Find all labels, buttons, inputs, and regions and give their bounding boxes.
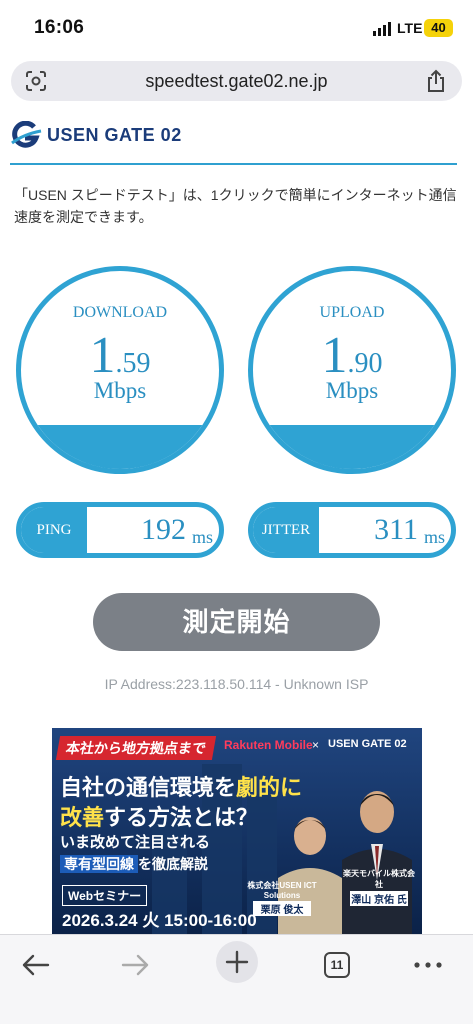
ping-result: PING 192 ms: [16, 502, 224, 558]
banner-usen-logo: USEN GATE 02: [328, 738, 407, 750]
banner-headline-2a: 改善: [60, 805, 105, 830]
download-unit: Mbps: [93, 378, 147, 403]
upload-label: UPLOAD: [319, 304, 385, 321]
new-tab-button[interactable]: [216, 941, 258, 983]
speaker2-caption: 楽天モバイル株式会社澤山 京佑 氏: [340, 868, 418, 906]
battery-indicator: 40: [424, 19, 453, 37]
download-gauge: DOWNLOAD 1.59 Mbps: [16, 266, 224, 474]
upload-value-int: 1: [321, 327, 348, 384]
forward-arrow-icon[interactable]: [117, 947, 153, 983]
signal-icon: [373, 22, 391, 36]
banner-headline-1: 自社の通信環境を劇的に: [60, 770, 302, 802]
browser-toolbar: 11: [0, 934, 473, 1024]
upload-gauge: UPLOAD 1.90 Mbps: [248, 266, 456, 474]
banner-subline-2: 専有型回線 を徹底解説: [60, 854, 208, 874]
upload-value: 1.90: [253, 326, 451, 385]
jitter-label: JITTER: [253, 507, 319, 553]
download-label: DOWNLOAD: [72, 304, 168, 321]
seminar-banner[interactable]: 本社から地方拠点まで Rakuten Mobile × USEN GATE 02…: [52, 728, 422, 934]
speaker2-company: 楽天モバイル株式会社: [343, 869, 415, 889]
url-text[interactable]: speedtest.gate02.ne.jp: [11, 61, 462, 101]
ping-value-box: 192 ms: [91, 507, 213, 553]
network-type: LTE: [397, 20, 423, 36]
more-icon[interactable]: [410, 947, 446, 983]
banner-subline-2-box: 専有型回線: [60, 855, 138, 873]
download-value-dec: .59: [115, 348, 151, 379]
back-arrow-icon[interactable]: [18, 947, 54, 983]
speaker1-caption: 株式会社USEN ICT Solutions 栗原 俊太: [230, 880, 334, 916]
upload-unit: Mbps: [325, 378, 379, 403]
tabs-button[interactable]: 11: [320, 947, 356, 983]
rakuten-mobile-logo: Rakuten Mobile: [224, 738, 313, 752]
header-divider: [10, 163, 457, 165]
banner-headline-2b: する方法とは？: [104, 805, 259, 830]
ping-label: PING: [21, 507, 87, 553]
speaker2-name: 澤山 京佑 氏: [350, 891, 408, 906]
ping-unit: ms: [191, 527, 213, 547]
jitter-result: JITTER 311 ms: [248, 502, 456, 558]
logo-text: USEN GATE 02: [47, 125, 182, 145]
banner-web-label: Webセミナー: [62, 885, 148, 906]
speaker1-name: 栗原 俊太: [253, 901, 311, 916]
speaker1-company: 株式会社USEN ICT Solutions: [247, 881, 317, 900]
site-logo[interactable]: USEN GATE 02: [10, 121, 210, 149]
share-icon[interactable]: [425, 69, 447, 93]
download-gauge-fill: [21, 425, 219, 469]
upload-gauge-fill: [253, 425, 451, 469]
tab-count: 11: [324, 952, 350, 978]
banner-headline-1a: 自社の通信環境を: [60, 775, 237, 800]
banner-times: ×: [312, 738, 320, 752]
banner-headline-2: 改善する方法とは？: [60, 800, 258, 832]
banner-tag: 本社から地方拠点まで: [55, 736, 217, 760]
banner-subline-2-rest: を徹底解説: [138, 856, 208, 872]
download-value: 1.59: [21, 326, 219, 385]
banner-headline-1b: 劇的に: [236, 775, 303, 800]
status-bar: 16:06 LTE 40: [0, 0, 473, 56]
banner-date: 2026.3.24 火 15:00-16:00: [62, 911, 257, 930]
usen-logo-icon: [11, 121, 42, 148]
page-description: 「USEN スピードテスト」は、1クリックで簡単にインターネット通信速度を測定で…: [14, 187, 457, 225]
jitter-unit: ms: [423, 527, 445, 547]
ping-value: 192: [140, 513, 186, 546]
address-bar[interactable]: speedtest.gate02.ne.jp: [11, 61, 462, 101]
status-time: 16:06: [34, 17, 85, 38]
speaker-photo: [342, 791, 412, 934]
upload-value-dec: .90: [347, 348, 383, 379]
plus-icon: [225, 950, 249, 974]
start-test-button[interactable]: 測定開始: [93, 593, 380, 651]
jitter-value-box: 311 ms: [323, 507, 445, 553]
download-value-int: 1: [89, 327, 116, 384]
jitter-value: 311: [374, 513, 418, 546]
ip-address-info: IP Address:223.118.50.114 - Unknown ISP: [104, 676, 369, 692]
banner-subline-1: いま改めて注目される: [60, 834, 211, 851]
